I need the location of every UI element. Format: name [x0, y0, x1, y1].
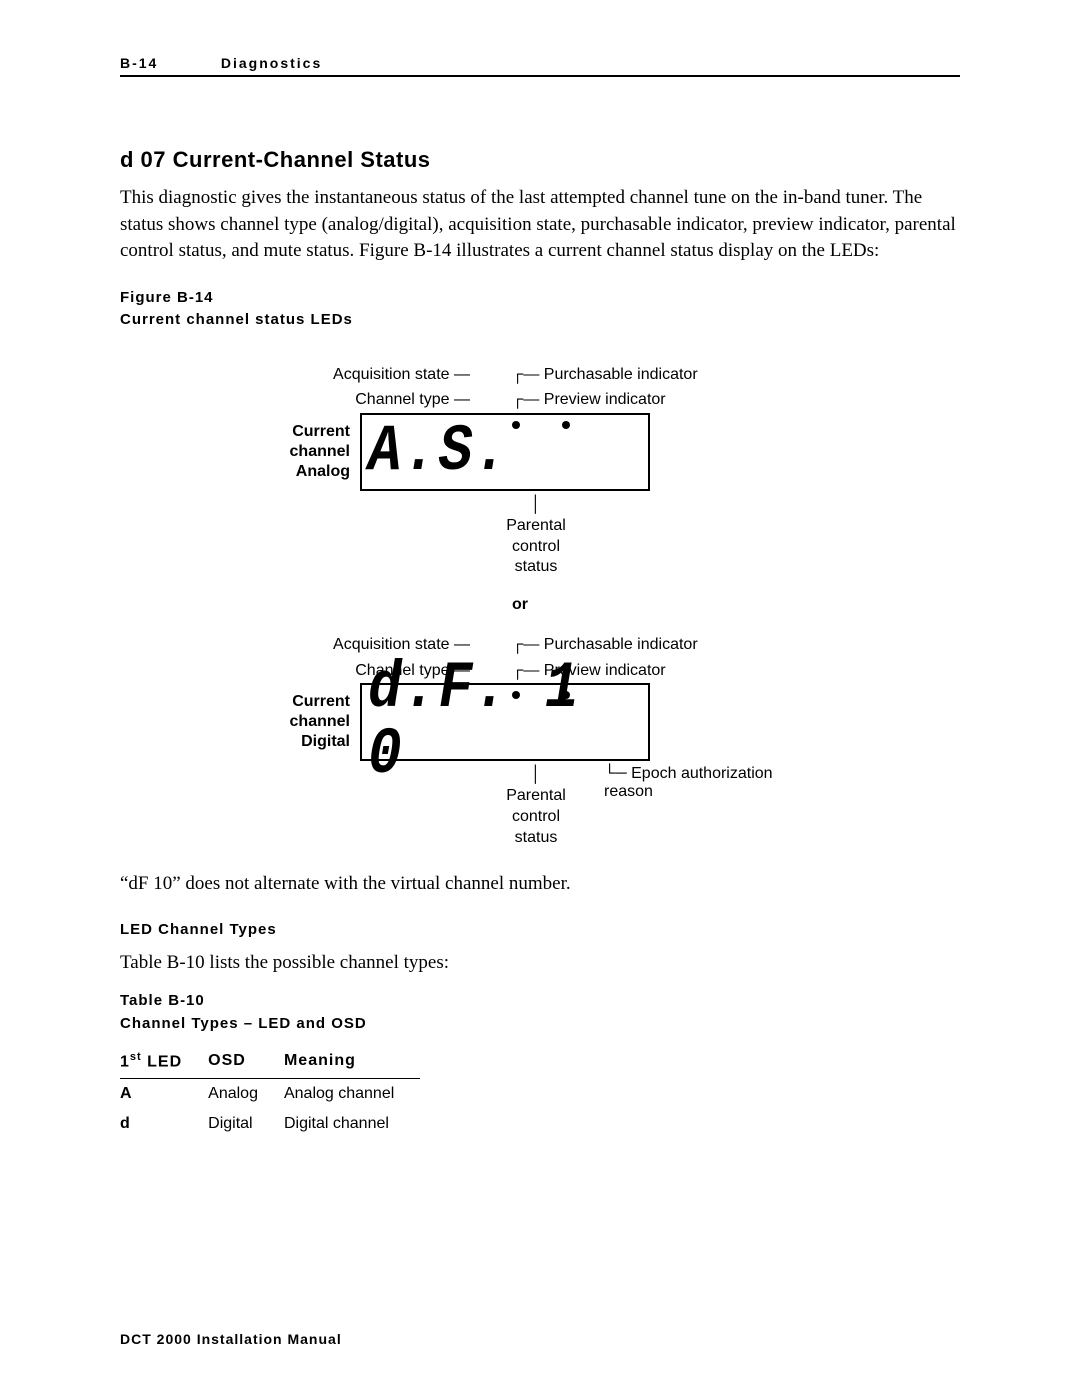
figure-caption: Current channel status LEDs: [120, 311, 353, 328]
callout-channel-type: Channel type: [355, 391, 449, 408]
side-label-analog: Current channel Analog: [240, 422, 360, 482]
figure-diagram: Acquisition state — Channel type — ┌— Pu…: [240, 362, 800, 849]
channel-types-table: 1st LED OSD Meaning A Analog Analog chan…: [120, 1045, 420, 1138]
running-header: B-14 Diagnostics: [120, 55, 960, 77]
led-display-digital: d.F. 1 0: [360, 683, 650, 761]
callout-acquisition-state: Acquisition state: [333, 366, 450, 383]
callout-purchasable: Purchasable indicator: [544, 366, 698, 383]
note-paragraph: “dF 10” does not alternate with the virt…: [120, 871, 960, 898]
led-readout-analog: A.S.: [368, 419, 509, 485]
table-caption: Channel Types – LED and OSD: [120, 1015, 367, 1032]
table-row: d Digital Digital channel: [120, 1109, 420, 1139]
col-osd: OSD: [208, 1045, 284, 1078]
table-row: A Analog Analog channel: [120, 1078, 420, 1109]
callout-epoch: └─ Epoch authorization reason: [596, 761, 800, 848]
figure-number: Figure B-14: [120, 289, 214, 306]
led-display-analog: A.S.: [360, 413, 650, 491]
table-label: Table B-10 Channel Types – LED and OSD: [120, 990, 960, 1035]
page-number: B-14: [120, 55, 215, 71]
header-section: Diagnostics: [221, 55, 322, 71]
figure-label: Figure B-14 Current channel status LEDs: [120, 287, 960, 332]
section-title: d 07 Current-Channel Status: [120, 147, 960, 173]
subsection-intro: Table B-10 lists the possible channel ty…: [120, 950, 960, 977]
col-led: 1st LED: [120, 1045, 208, 1078]
col-meaning: Meaning: [284, 1045, 420, 1078]
or-separator: or: [240, 596, 800, 614]
callout-parental: │ Parental control status: [476, 491, 596, 578]
subsection-heading: LED Channel Types: [120, 919, 960, 942]
side-label-digital: Current channel Digital: [240, 692, 360, 752]
led-readout-digital: d.F. 1 0: [368, 656, 606, 788]
table-number: Table B-10: [120, 992, 205, 1009]
indicator-dot-icon: [562, 421, 570, 429]
footer-text: DCT 2000 Installation Manual: [120, 1331, 342, 1347]
callout-preview: Preview indicator: [544, 391, 666, 408]
intro-paragraph: This diagnostic gives the instantaneous …: [120, 185, 960, 265]
indicator-dot-icon: [512, 421, 520, 429]
